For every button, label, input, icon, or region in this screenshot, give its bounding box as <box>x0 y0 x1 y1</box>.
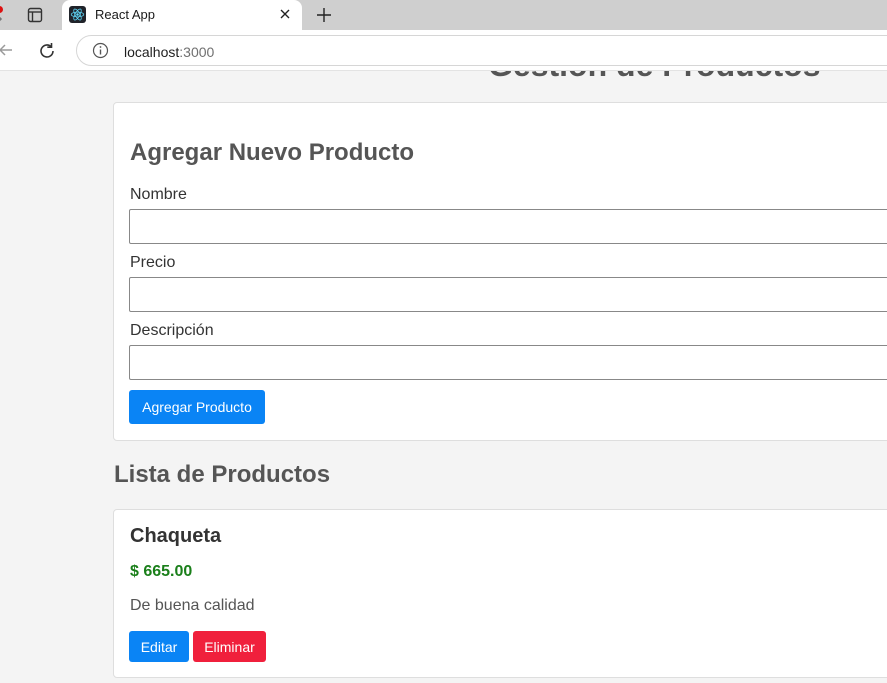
browser-toolbar: localhost:3000 <box>0 30 887 71</box>
site-info-icon[interactable] <box>92 42 109 59</box>
product-price: $ 665.00 <box>130 563 193 580</box>
price-input[interactable] <box>129 277 887 312</box>
reload-icon[interactable] <box>36 40 58 62</box>
add-product-form: Agregar Nuevo Producto Nombre Precio Des… <box>113 102 887 441</box>
product-description: De buena calidad <box>130 597 255 614</box>
add-product-button[interactable]: Agregar Producto <box>129 390 265 424</box>
new-tab-icon[interactable] <box>312 3 336 27</box>
delete-button[interactable]: Eliminar <box>193 631 266 662</box>
page-viewport: Gestión de Productos Agregar Nuevo Produ… <box>0 71 887 683</box>
product-name: Chaqueta <box>130 525 222 547</box>
name-input[interactable] <box>129 209 887 244</box>
react-logo-icon <box>69 6 86 23</box>
browser-tab[interactable]: React App <box>62 0 302 30</box>
name-label: Nombre <box>130 186 187 203</box>
address-bar[interactable]: localhost:3000 <box>76 35 887 66</box>
product-card: Chaqueta $ 665.00 De buena calidad Edita… <box>113 509 887 678</box>
back-icon[interactable] <box>0 40 16 60</box>
edit-button[interactable]: Editar <box>129 631 189 662</box>
tab-actions-icon[interactable] <box>20 4 50 26</box>
form-heading: Agregar Nuevo Producto <box>130 139 415 166</box>
description-input[interactable] <box>129 345 887 380</box>
price-label: Precio <box>130 254 176 271</box>
description-label: Descripción <box>130 322 214 339</box>
product-list-heading: Lista de Productos <box>114 461 331 488</box>
close-tab-icon[interactable] <box>276 5 294 23</box>
profile-icon[interactable] <box>0 4 8 27</box>
page-title: Gestión de Productos <box>488 71 820 84</box>
url-text: localhost:3000 <box>124 44 215 60</box>
browser-tab-strip: React App <box>0 0 887 30</box>
tab-title: React App <box>95 7 155 22</box>
